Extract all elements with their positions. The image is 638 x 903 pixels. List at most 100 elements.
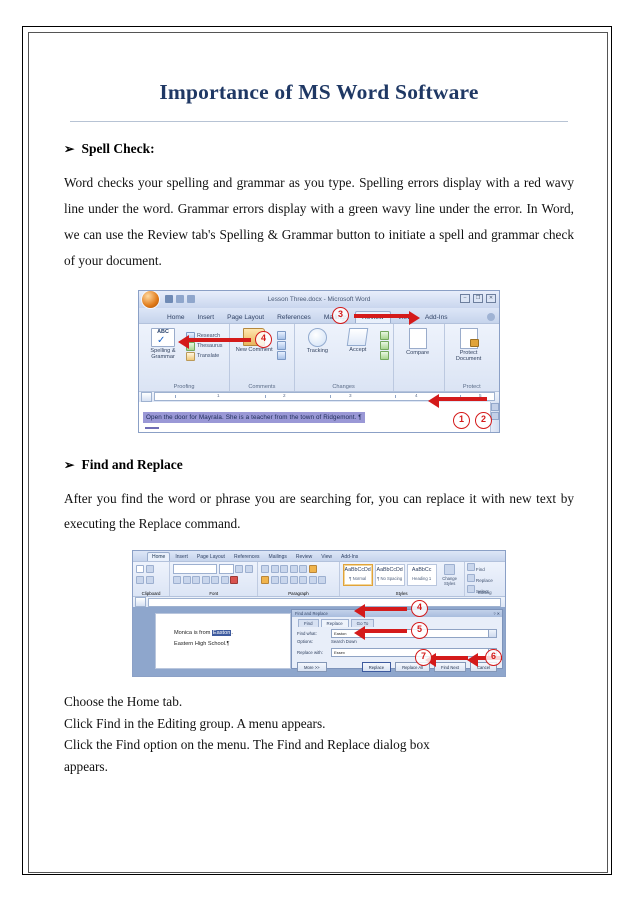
style-no-spacing[interactable]: AaBbCcDd ¶ No Spacing: [374, 564, 405, 587]
style-heading-1[interactable]: AaBbCc Heading 1: [406, 564, 437, 587]
increase-indent-icon[interactable]: [299, 564, 308, 573]
dialog-tab-find[interactable]: Find: [298, 619, 319, 628]
tab-add-ins[interactable]: Add-Ins: [419, 312, 454, 323]
tab-view-2[interactable]: View: [317, 553, 336, 561]
tracking-button[interactable]: Tracking: [299, 327, 337, 354]
translate-button[interactable]: Translate: [186, 351, 222, 361]
protect-document-button[interactable]: Protect Document: [449, 327, 489, 363]
grow-font-icon[interactable]: [235, 564, 244, 573]
previous-change-icon[interactable]: [379, 340, 389, 350]
tab-page-layout[interactable]: Page Layout: [221, 312, 270, 323]
group-compare: Compare: [394, 323, 445, 391]
document-sheet[interactable]: Monica is from Easton. Eastern High Scho…: [155, 613, 291, 670]
tab-home-2[interactable]: Home: [147, 552, 171, 562]
tab-selector-icon-2[interactable]: [135, 597, 146, 608]
find-what-label: Find what:: [297, 630, 317, 636]
cut-icon[interactable]: [145, 564, 154, 573]
more-button[interactable]: More >>: [297, 662, 327, 673]
find-next-button[interactable]: Find Next: [434, 662, 466, 673]
font-color-icon[interactable]: [230, 575, 239, 584]
previous-comment-icon[interactable]: [277, 340, 287, 350]
dialog-title: Find and Replace: [295, 611, 328, 617]
horizontal-ruler-2[interactable]: [148, 597, 501, 607]
ribbon-tab-row[interactable]: Home Insert Page Layout References Maili…: [139, 307, 499, 323]
replace-button[interactable]: Replace: [466, 574, 502, 585]
tab-selector-icon[interactable]: [141, 391, 152, 402]
dialog-tab-replace[interactable]: Replace: [320, 619, 349, 628]
close-icon[interactable]: ✕: [486, 293, 496, 303]
tab-page-layout-2[interactable]: Page Layout: [193, 553, 229, 561]
align-right-icon[interactable]: [280, 575, 289, 584]
tab-review-2[interactable]: Review: [292, 553, 316, 561]
tab-references-2[interactable]: References: [230, 553, 264, 561]
multilevel-list-icon[interactable]: [280, 564, 289, 573]
window-buttons[interactable]: – ❐ ✕: [460, 293, 496, 303]
selected-paragraph[interactable]: Open the door for Mayrala. She is a teac…: [143, 411, 365, 423]
numbering-icon[interactable]: [270, 564, 279, 573]
tab-home[interactable]: Home: [161, 312, 191, 323]
shading-icon[interactable]: [308, 575, 317, 584]
superscript-icon[interactable]: [220, 575, 229, 584]
annotation-arrow-1: [428, 393, 487, 408]
accept-button[interactable]: Accept: [339, 327, 377, 353]
justify-icon[interactable]: [289, 575, 298, 584]
ruler-num-3: 3: [349, 393, 352, 399]
arrow-bullet-icon-2: ➢: [64, 457, 75, 472]
style-no-spacing-name: ¶ No Spacing: [377, 576, 403, 582]
help-icon[interactable]: [487, 312, 495, 321]
document-canvas[interactable]: Open the door for Mayrala. She is a teac…: [139, 401, 499, 432]
line-spacing-icon[interactable]: [299, 575, 308, 584]
tab-insert-2[interactable]: Insert: [171, 553, 192, 561]
minimize-icon[interactable]: –: [460, 293, 470, 303]
copy-icon[interactable]: [136, 575, 144, 584]
compare-button[interactable]: Compare: [398, 327, 438, 356]
change-styles-icon: [444, 564, 456, 576]
align-center-icon[interactable]: [270, 575, 279, 584]
format-painter-icon[interactable]: [145, 575, 154, 584]
options-value: Search Down: [331, 639, 357, 645]
tab-add-ins-2[interactable]: Add-Ins: [337, 553, 362, 561]
shrink-font-icon[interactable]: [244, 564, 253, 573]
spelling-grammar-button[interactable]: Spelling & Grammar: [143, 327, 183, 361]
document-canvas-2[interactable]: Monica is from Easton. Eastern High Scho…: [133, 607, 505, 677]
office-orb-icon[interactable]: [141, 290, 160, 309]
scroll-thumb[interactable]: [491, 411, 499, 420]
reject-icon[interactable]: [379, 330, 389, 340]
delete-comment-icon[interactable]: [277, 330, 287, 340]
maximize-icon[interactable]: ❐: [473, 293, 483, 303]
scroll-up-icon[interactable]: [491, 402, 499, 411]
paste-icon[interactable]: [136, 564, 144, 573]
word-title-bar: Lesson Three.docx - Microsoft Word – ❐ ✕: [139, 290, 499, 309]
dialog-tabs[interactable]: Find Replace Go To: [292, 617, 502, 628]
style-normal[interactable]: AaBbCcDd ¶ Normal: [342, 564, 373, 587]
underline-icon[interactable]: [192, 575, 201, 584]
find-button[interactable]: Find: [466, 563, 502, 574]
subscript-icon[interactable]: [211, 575, 220, 584]
translate-label: Translate: [197, 353, 220, 360]
decrease-indent-icon[interactable]: [289, 564, 298, 573]
font-name-input[interactable]: [173, 563, 218, 574]
replace-dialog-button[interactable]: Replace: [361, 662, 392, 673]
next-change-icon[interactable]: [379, 350, 389, 360]
bold-icon[interactable]: [173, 575, 182, 584]
show-marks-icon[interactable]: [308, 564, 317, 573]
font-size-input[interactable]: [218, 563, 234, 574]
tracking-label: Tracking: [306, 347, 328, 354]
tab-insert[interactable]: Insert: [192, 312, 221, 323]
bullets-icon[interactable]: [261, 564, 270, 573]
tab-mailings-2[interactable]: Mailings: [265, 553, 291, 561]
tab-references[interactable]: References: [271, 312, 317, 323]
align-left-icon[interactable]: [261, 575, 270, 584]
borders-icon[interactable]: [318, 575, 327, 584]
dialog-close-icon[interactable]: ? ✕: [493, 611, 500, 616]
strikethrough-icon[interactable]: [201, 575, 210, 584]
group-label-paragraph: Paragraph: [288, 591, 309, 597]
find-what-dropdown-icon[interactable]: [488, 629, 496, 637]
thesaurus-button[interactable]: Thesaurus: [186, 341, 222, 351]
compare-icon: [408, 327, 427, 349]
change-styles-button[interactable]: Change Styles: [439, 564, 461, 586]
italic-icon[interactable]: [182, 575, 191, 584]
translate-icon: [186, 351, 195, 361]
next-comment-icon[interactable]: [277, 350, 287, 360]
ribbon-tab-row-2[interactable]: Home Insert Page Layout References Maili…: [133, 551, 505, 562]
